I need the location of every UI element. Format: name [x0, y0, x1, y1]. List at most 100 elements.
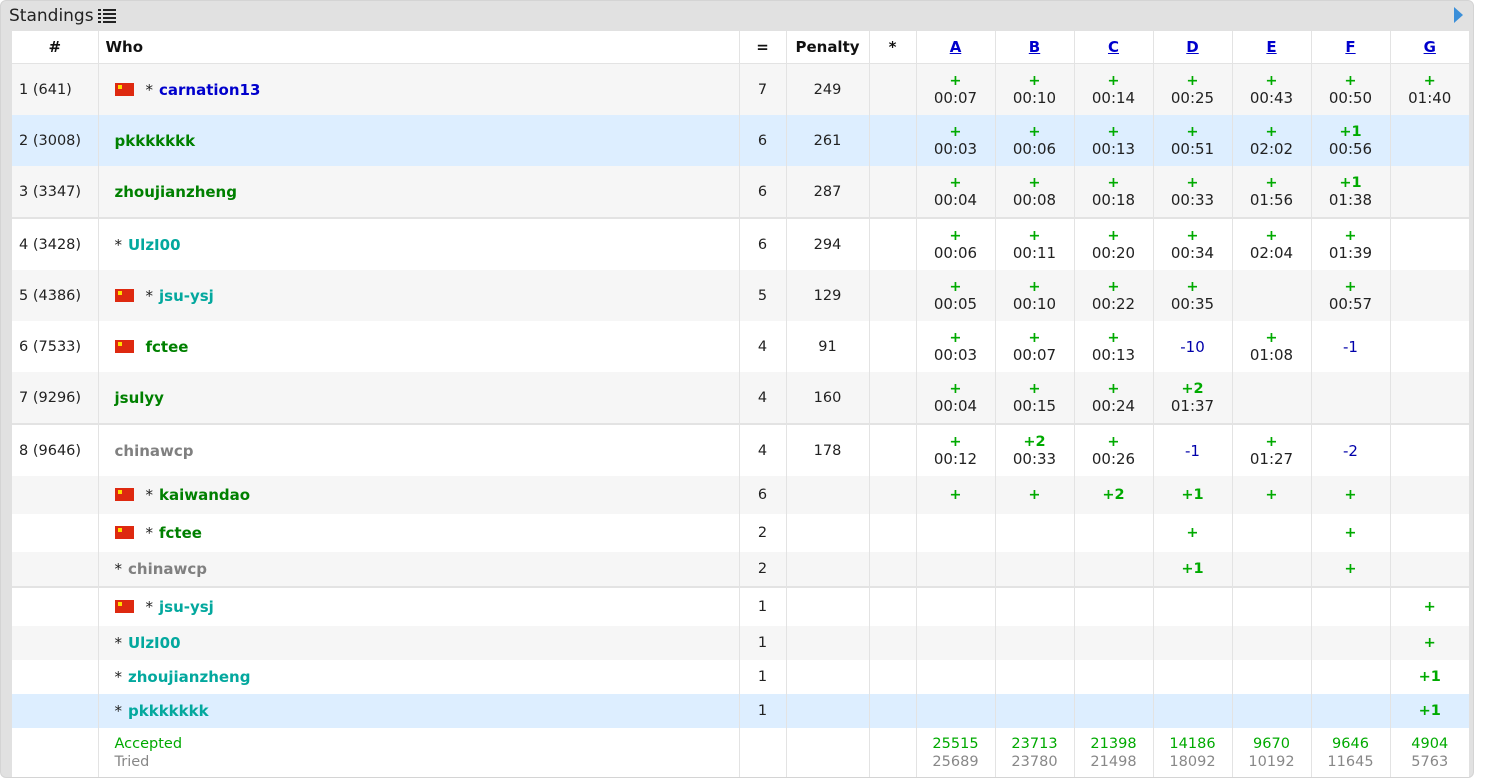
submission-time: 00:10: [1012, 294, 1057, 313]
problem-e-cell[interactable]: +01:27: [1232, 423, 1312, 476]
tried-count: 23780: [1011, 753, 1058, 770]
problem-a-cell[interactable]: +00:03: [916, 115, 996, 166]
user-link[interactable]: UlzI00: [128, 634, 181, 652]
problem-b-link[interactable]: B: [1029, 38, 1040, 56]
problem-f-cell[interactable]: +00:57: [1311, 270, 1391, 321]
submission-time: 01:40: [1408, 88, 1452, 107]
problem-d-cell[interactable]: +00:35: [1153, 270, 1233, 321]
problem-a-cell[interactable]: +: [916, 476, 996, 514]
problem-g-cell[interactable]: +: [1390, 586, 1469, 626]
problem-g-cell[interactable]: +1: [1390, 660, 1469, 694]
problem-b-cell[interactable]: +00:10: [995, 270, 1075, 321]
problem-g-cell: [1390, 514, 1469, 552]
problem-a-link[interactable]: A: [950, 38, 962, 56]
problem-d-cell[interactable]: +: [1153, 514, 1233, 552]
problem-d-cell[interactable]: +2 01:37: [1153, 372, 1233, 424]
problem-g-cell[interactable]: +1: [1390, 694, 1469, 728]
user-link[interactable]: fctee: [146, 338, 189, 356]
user-link[interactable]: carnation13: [159, 81, 260, 99]
problem-c-cell[interactable]: +00:20: [1074, 217, 1154, 270]
problem-f-cell[interactable]: +1 01:38: [1311, 166, 1391, 218]
user-link[interactable]: pkkkkkkk: [115, 132, 196, 150]
user-link[interactable]: pkkkkkkk: [128, 702, 209, 720]
accepted-mark: +: [1423, 599, 1436, 615]
problem-c-cell[interactable]: +2: [1074, 476, 1154, 514]
problem-e-cell[interactable]: +01:08: [1232, 321, 1312, 372]
problem-c-cell[interactable]: +00:22: [1074, 270, 1154, 321]
problem-b-cell[interactable]: +00:07: [995, 321, 1075, 372]
accepted-mark: +: [949, 123, 962, 140]
china-flag-icon: [114, 288, 134, 302]
problem-b-cell[interactable]: +: [995, 476, 1075, 514]
list-icon[interactable]: [97, 9, 116, 23]
problem-d-cell[interactable]: +00:33: [1153, 166, 1233, 218]
problem-d-link[interactable]: D: [1186, 38, 1198, 56]
problem-e-cell[interactable]: +: [1232, 476, 1312, 514]
problem-d-cell[interactable]: -10: [1153, 321, 1233, 372]
problem-f-cell[interactable]: +: [1311, 514, 1391, 552]
problem-b-cell[interactable]: +2 00:33: [995, 423, 1075, 476]
penalty-cell: [786, 626, 870, 660]
problem-e-cell[interactable]: +00:43: [1232, 63, 1312, 115]
problem-d-cell: [1153, 660, 1233, 694]
problem-b-cell[interactable]: +00:10: [995, 63, 1075, 115]
submission-time: 00:04: [933, 190, 978, 209]
problem-f-cell[interactable]: +: [1311, 476, 1391, 514]
problem-g-cell[interactable]: +01:40: [1390, 63, 1469, 115]
user-link[interactable]: jsulyy: [115, 389, 164, 407]
problem-e-header: E: [1232, 31, 1312, 64]
problem-c-link[interactable]: C: [1108, 38, 1119, 56]
problem-f-cell[interactable]: -2: [1311, 423, 1391, 476]
problem-c-cell[interactable]: +00:26: [1074, 423, 1154, 476]
problem-e-cell[interactable]: +02:04: [1232, 217, 1312, 270]
problem-d-cell[interactable]: +1: [1153, 476, 1233, 514]
problem-d-cell[interactable]: -1: [1153, 423, 1233, 476]
problem-a-cell[interactable]: +00:12: [916, 423, 996, 476]
problem-f-cell[interactable]: -1: [1311, 321, 1391, 372]
problem-c-cell[interactable]: +00:14: [1074, 63, 1154, 115]
problem-d-cell[interactable]: +00:34: [1153, 217, 1233, 270]
problem-f-cell[interactable]: +00:50: [1311, 63, 1391, 115]
problem-c-cell[interactable]: +00:13: [1074, 321, 1154, 372]
user-link[interactable]: chinawcp: [128, 560, 207, 578]
expand-arrow-icon[interactable]: [1454, 7, 1463, 23]
user-link[interactable]: jsu-ysj: [159, 598, 214, 616]
user-link[interactable]: jsu-ysj: [159, 287, 214, 305]
problem-a-cell[interactable]: +00:07: [916, 63, 996, 115]
who-cell: pkkkkkkk: [98, 115, 740, 166]
user-link[interactable]: kaiwandao: [159, 486, 250, 504]
problem-f-cell[interactable]: +01:39: [1311, 217, 1391, 270]
user-link[interactable]: zhoujianzheng: [128, 668, 250, 686]
problem-a-cell[interactable]: +00:03: [916, 321, 996, 372]
solved-cell: 1: [739, 660, 787, 694]
problem-d-cell[interactable]: +00:51: [1153, 115, 1233, 166]
accepted-mark: +: [1028, 380, 1041, 397]
problem-a-cell[interactable]: +00:04: [916, 372, 996, 424]
user-link[interactable]: fctee: [159, 524, 202, 542]
problem-e-cell[interactable]: +01:56: [1232, 166, 1312, 218]
problem-c-cell[interactable]: +00:18: [1074, 166, 1154, 218]
problem-b-cell[interactable]: +00:15: [995, 372, 1075, 424]
accepted-mark: +: [1265, 487, 1278, 503]
problem-f-cell[interactable]: +1 00:56: [1311, 115, 1391, 166]
problem-c-cell[interactable]: +00:24: [1074, 372, 1154, 424]
problem-f-link[interactable]: F: [1345, 38, 1355, 56]
problem-d-cell[interactable]: +1: [1153, 552, 1233, 587]
problem-b-cell[interactable]: +00:06: [995, 115, 1075, 166]
problem-d-cell[interactable]: +00:25: [1153, 63, 1233, 115]
problem-a-cell[interactable]: +00:04: [916, 166, 996, 218]
user-link[interactable]: chinawcp: [115, 442, 194, 460]
user-link[interactable]: UlzI00: [128, 236, 181, 254]
problem-a-cell[interactable]: +00:06: [916, 217, 996, 270]
problem-b-cell[interactable]: +00:11: [995, 217, 1075, 270]
problem-g-cell[interactable]: +: [1390, 626, 1469, 660]
problem-e-cell[interactable]: +02:02: [1232, 115, 1312, 166]
problem-a-cell[interactable]: +00:05: [916, 270, 996, 321]
problem-e-link[interactable]: E: [1266, 38, 1276, 56]
problem-c-header: C: [1074, 31, 1154, 64]
problem-b-cell[interactable]: +00:08: [995, 166, 1075, 218]
problem-f-cell[interactable]: +: [1311, 552, 1391, 587]
user-link[interactable]: zhoujianzheng: [115, 183, 237, 201]
problem-g-link[interactable]: G: [1424, 38, 1436, 56]
problem-c-cell[interactable]: +00:13: [1074, 115, 1154, 166]
